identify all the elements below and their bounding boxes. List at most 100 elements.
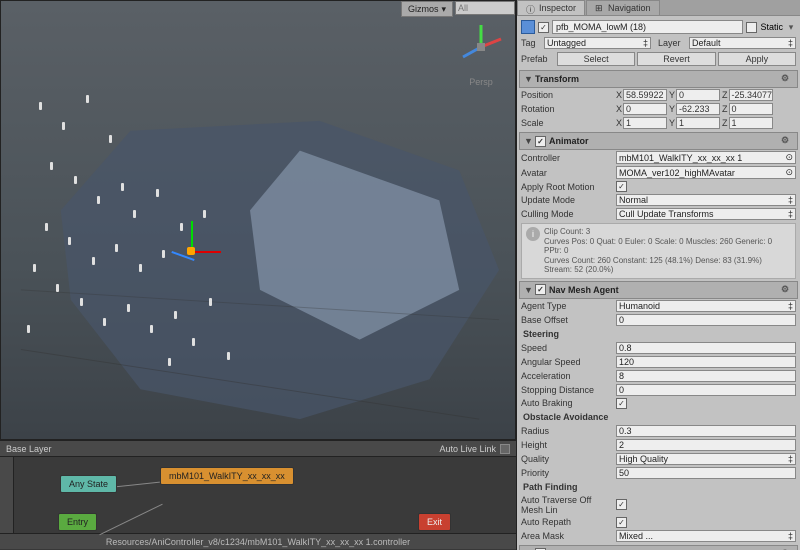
angular-speed-label: Angular Speed <box>521 357 613 367</box>
base-offset-label: Base Offset <box>521 315 613 325</box>
rotation-z-field[interactable]: 0 <box>729 103 773 115</box>
scale-label: Scale <box>521 118 613 128</box>
path-finding-label: Path Finding <box>519 480 798 494</box>
controller-field[interactable]: mbM101_WalkITY_xx_xx_xx 1⊙ <box>616 151 796 164</box>
info-icon: i <box>526 227 540 241</box>
scale-z-field[interactable]: 1 <box>729 117 773 129</box>
position-z-field[interactable]: -25.34077 <box>729 89 773 101</box>
prefab-apply-button[interactable]: Apply <box>718 52 796 66</box>
avatar-field[interactable]: MOMA_ver102_highMAvatar⊙ <box>616 166 796 179</box>
crowd-agents <box>21 61 315 399</box>
tag-label: Tag <box>521 38 541 48</box>
layer-dropdown[interactable]: Default‡ <box>689 37 796 49</box>
area-mask-dropdown[interactable]: Mixed ...‡ <box>616 530 796 542</box>
perspective-label[interactable]: Persp <box>453 77 509 87</box>
navmesh-header[interactable]: ▼Nav Mesh Agent⚙ <box>519 281 798 299</box>
culling-mode-label: Culling Mode <box>521 209 613 219</box>
layer-label: Layer <box>658 38 686 48</box>
position-x-field[interactable]: 58.59922 <box>623 89 667 101</box>
update-mode-label: Update Mode <box>521 195 613 205</box>
auto-braking-checkbox[interactable] <box>616 398 627 409</box>
orientation-gizmo[interactable]: Persp <box>453 19 509 89</box>
acceleration-label: Acceleration <box>521 371 613 381</box>
object-name-field[interactable]: pfb_MOMA_lowM (18) <box>552 20 743 34</box>
stopping-distance-label: Stopping Distance <box>521 385 613 395</box>
transform-header[interactable]: ▼Transform⚙ <box>519 70 798 88</box>
any-state-node[interactable]: Any State <box>60 475 117 493</box>
navmesh-enabled-checkbox[interactable] <box>535 284 546 295</box>
auto-live-link-label: Auto Live Link <box>439 444 496 454</box>
update-mode-dropdown[interactable]: Normal‡ <box>616 194 796 206</box>
prefab-icon <box>521 20 535 34</box>
agent-type-label: Agent Type <box>521 301 613 311</box>
scale-y-field[interactable]: 1 <box>676 117 720 129</box>
auto-traverse-label: Auto Traverse Off Mesh Lin <box>521 495 613 515</box>
scene-view[interactable]: Gizmos▾ Persp <box>0 0 516 440</box>
center-handle[interactable] <box>187 247 195 255</box>
active-checkbox[interactable] <box>538 22 549 33</box>
stopping-distance-field[interactable]: 0 <box>616 384 796 396</box>
gear-icon[interactable]: ⚙ <box>781 284 793 296</box>
tag-dropdown[interactable]: Untagged‡ <box>544 37 651 49</box>
scene-search-input[interactable] <box>455 1 515 15</box>
static-dropdown[interactable]: ▾ <box>786 22 796 33</box>
waypoint-header[interactable]: ▼Waypoint_UTJ (Script)⚙ <box>519 545 798 550</box>
animator-enabled-checkbox[interactable] <box>535 136 546 147</box>
base-offset-field[interactable]: 0 <box>616 314 796 326</box>
apply-root-checkbox[interactable] <box>616 181 627 192</box>
inspector-icon: ⓘ <box>526 3 536 13</box>
culling-mode-dropdown[interactable]: Cull Update Transforms‡ <box>616 208 796 220</box>
exit-node[interactable]: Exit <box>418 513 451 531</box>
prefab-revert-button[interactable]: Revert <box>637 52 715 66</box>
auto-traverse-checkbox[interactable] <box>616 499 627 510</box>
prefab-select-button[interactable]: Select <box>557 52 635 66</box>
avatar-label: Avatar <box>521 168 613 178</box>
animator-header[interactable]: ▼Animator⚙ <box>519 132 798 150</box>
scale-x-field[interactable]: 1 <box>623 117 667 129</box>
angular-speed-field[interactable]: 120 <box>616 356 796 368</box>
auto-repath-checkbox[interactable] <box>616 517 627 528</box>
height-field[interactable]: 2 <box>616 439 796 451</box>
tab-inspector[interactable]: ⓘInspector <box>517 0 585 15</box>
obstacle-avoidance-label: Obstacle Avoidance <box>519 410 798 424</box>
rotation-label: Rotation <box>521 104 613 114</box>
static-checkbox[interactable] <box>746 22 757 33</box>
static-label: Static <box>760 22 783 32</box>
rotation-y-field[interactable]: -62.233 <box>676 103 720 115</box>
gizmos-dropdown[interactable]: Gizmos▾ <box>401 1 453 17</box>
position-y-field[interactable]: 0 <box>676 89 720 101</box>
quality-label: Quality <box>521 454 613 464</box>
navigation-icon: ⊞ <box>595 3 605 13</box>
prefab-label: Prefab <box>521 52 555 66</box>
priority-field[interactable]: 50 <box>616 467 796 479</box>
speed-field[interactable]: 0.8 <box>616 342 796 354</box>
quality-dropdown[interactable]: High Quality‡ <box>616 453 796 465</box>
auto-braking-label: Auto Braking <box>521 398 613 408</box>
gear-icon[interactable]: ⚙ <box>781 73 793 85</box>
radius-field[interactable]: 0.3 <box>616 425 796 437</box>
steering-label: Steering <box>519 327 798 341</box>
rotation-x-field[interactable]: 0 <box>623 103 667 115</box>
priority-label: Priority <box>521 468 613 478</box>
animator-panel: Base Layer Auto Live Link Any State mbM1… <box>0 440 516 550</box>
scene-toolbar: Gizmos▾ <box>401 1 515 17</box>
entry-node[interactable]: Entry <box>58 513 97 531</box>
animator-path: Resources/AniController_v8/c1234/mbM101_… <box>0 533 516 549</box>
walk-state-node[interactable]: mbM101_WalkITY_xx_xx_xx <box>160 467 294 485</box>
x-axis-handle[interactable] <box>191 251 221 253</box>
acceleration-field[interactable]: 8 <box>616 370 796 382</box>
tab-navigation[interactable]: ⊞Navigation <box>586 0 660 15</box>
auto-repath-label: Auto Repath <box>521 517 613 527</box>
animator-graph[interactable]: Any State mbM101_WalkITY_xx_xx_xx Entry … <box>0 457 516 533</box>
apply-root-label: Apply Root Motion <box>521 182 613 192</box>
position-label: Position <box>521 90 613 100</box>
agent-type-dropdown[interactable]: Humanoid‡ <box>616 300 796 312</box>
height-label: Height <box>521 440 613 450</box>
area-mask-label: Area Mask <box>521 531 613 541</box>
base-layer-label[interactable]: Base Layer <box>6 444 52 454</box>
controller-label: Controller <box>521 153 613 163</box>
animator-info-box: iClip Count: 3 Curves Pos: 0 Quat: 0 Eul… <box>521 223 796 279</box>
auto-live-link-checkbox[interactable] <box>500 444 510 454</box>
radius-label: Radius <box>521 426 613 436</box>
gear-icon[interactable]: ⚙ <box>781 135 793 147</box>
